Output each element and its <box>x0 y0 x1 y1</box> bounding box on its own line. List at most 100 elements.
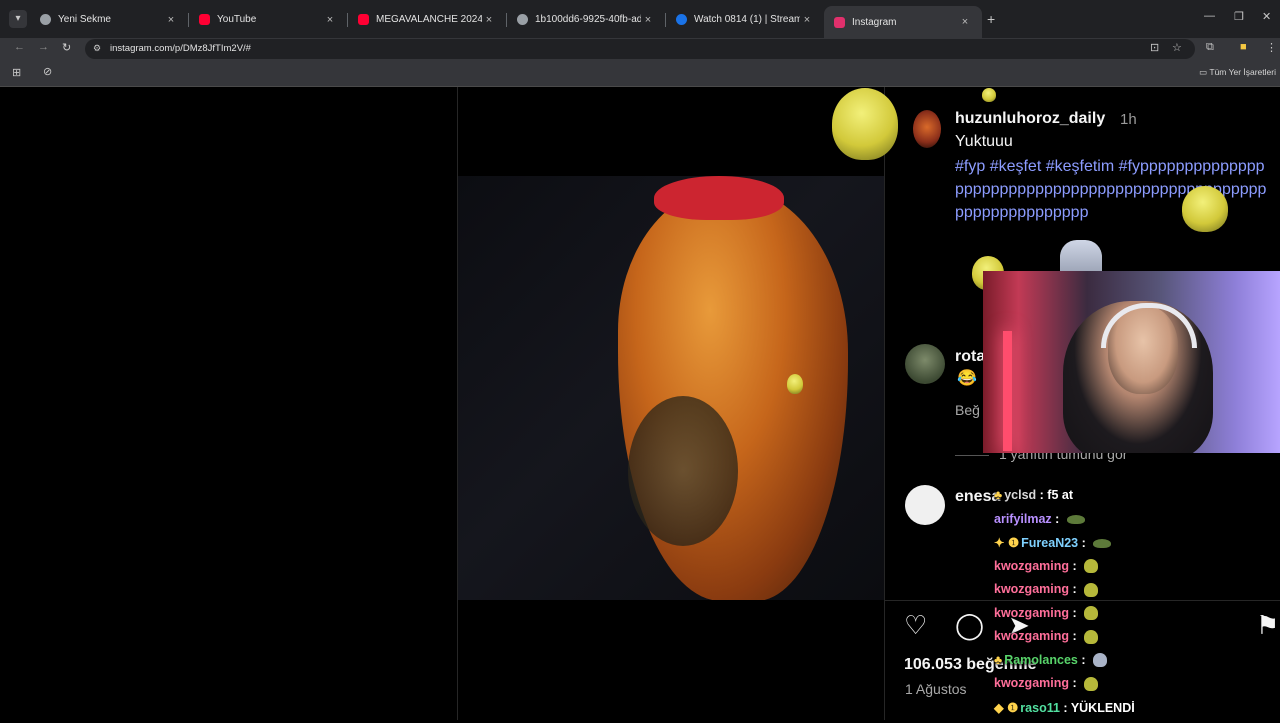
chat-separator: : <box>1069 559 1080 573</box>
chat-separator: : <box>1069 629 1080 643</box>
chat-emote-icon <box>1084 606 1098 620</box>
tab-instagram[interactable]: Instagram × <box>824 6 982 38</box>
close-window-icon[interactable]: ✕ <box>1262 10 1271 23</box>
restore-icon[interactable]: ❐ <box>1234 10 1244 23</box>
chat-username[interactable]: raso11 <box>1020 701 1060 715</box>
chat-message: kwozgaming : <box>994 629 1274 653</box>
site-info-icon[interactable]: ⚙ <box>93 43 101 54</box>
chat-emote-icon <box>1084 559 1098 573</box>
tab-yeni-sekme[interactable]: Yeni Sekme × <box>30 6 188 33</box>
streamable-icon <box>676 14 687 25</box>
chat-separator: : <box>1069 676 1080 690</box>
tab-label: MEGAVALANCHE 2024 😱 FUL <box>376 14 482 25</box>
apps-icon[interactable]: ⊞ <box>12 66 21 79</box>
chat-emote-icon <box>1084 677 1098 691</box>
tab-label: Yeni Sekme <box>58 14 164 25</box>
chat-message: ◆ ❶raso11 : YÜKLENDİ <box>994 700 1274 723</box>
forward-icon[interactable]: → <box>38 41 49 53</box>
chat-message: ✦ ❶FureaN23 : <box>994 535 1274 559</box>
tab-label: Watch 0814 (1) | Streamable <box>694 14 800 25</box>
replies-line <box>955 455 989 456</box>
comment-like-label[interactable]: Beğ <box>955 402 980 418</box>
chat-text: f5 at <box>1047 488 1073 502</box>
close-tab-icon[interactable]: × <box>958 16 972 28</box>
chat-message: arifyilmaz : <box>994 512 1274 536</box>
menu-icon[interactable]: ⋮ <box>1266 41 1277 54</box>
post-owner-avatar[interactable] <box>913 110 941 148</box>
tab-label: 1b100dd6-9925-40fb-ad98-de <box>535 14 641 25</box>
chat-message: ♣Ramolances : <box>994 653 1274 677</box>
chat-message: kwozgaming : <box>994 582 1274 606</box>
youtube-icon <box>358 14 369 25</box>
stream-chat: ♣yclsd : f5 atarifyilmaz : ✦ ❶FureaN23 :… <box>994 488 1274 723</box>
frog-sticker <box>787 374 803 394</box>
tab-streamable[interactable]: Watch 0814 (1) | Streamable × <box>666 6 824 33</box>
bookmarks-bar: ⊞ ⊘ ▭ Tüm Yer İşaretleri <box>0 60 1280 87</box>
comment-avatar[interactable] <box>905 344 945 384</box>
chat-badges: ◆ ❶ <box>994 701 1018 715</box>
frog-sticker <box>832 88 898 160</box>
post-date: 1 Ağustos <box>905 681 967 697</box>
comment-username[interactable]: rota <box>955 348 985 366</box>
back-icon[interactable]: ← <box>14 41 25 53</box>
folder-icon: ▭ <box>1199 67 1207 77</box>
chat-username[interactable]: kwozgaming <box>994 629 1069 643</box>
address-bar[interactable]: ⚙ instagram.com/p/DMz8JfTIm2V/# <box>85 39 1195 59</box>
chat-emote-icon <box>1067 515 1085 524</box>
tab-youtube[interactable]: YouTube × <box>189 6 347 33</box>
tab-uuid[interactable]: 1b100dd6-9925-40fb-ad98-de × <box>507 6 665 33</box>
profile-icon[interactable]: ■ <box>1240 41 1247 53</box>
close-tab-icon[interactable]: × <box>641 14 655 26</box>
new-tab-button[interactable]: + <box>987 11 995 27</box>
chat-username[interactable]: yclsd <box>1004 488 1036 502</box>
minimize-icon[interactable]: — <box>1204 10 1215 22</box>
instagram-icon <box>834 17 845 28</box>
neon-light <box>1003 331 1012 451</box>
chat-username[interactable]: kwozgaming <box>994 676 1069 690</box>
extension-icon[interactable]: ⊘ <box>43 65 52 78</box>
bookmark-star-icon[interactable]: ☆ <box>1172 41 1182 54</box>
chat-emote-icon <box>1093 653 1107 667</box>
chat-username[interactable]: Ramolances <box>1004 653 1078 667</box>
comment-text: 😂 <box>957 368 977 388</box>
tab-label: Instagram <box>852 17 958 28</box>
tab-megavalanche[interactable]: MEGAVALANCHE 2024 😱 FUL × <box>348 6 506 33</box>
post-video[interactable] <box>458 176 884 600</box>
close-tab-icon[interactable]: × <box>323 14 337 26</box>
heart-icon[interactable]: ♡ <box>904 610 927 641</box>
all-bookmarks-button[interactable]: ▭ Tüm Yer İşaretleri <box>1199 67 1276 78</box>
tab-strip: ▾ Yeni Sekme × YouTube × MEGAVALANCHE 20… <box>0 0 1280 38</box>
install-app-icon[interactable]: ⊡ <box>1150 41 1159 54</box>
chat-emote-icon <box>1084 630 1098 644</box>
chat-separator: : <box>1069 606 1080 620</box>
chat-username[interactable]: kwozgaming <box>994 559 1069 573</box>
chat-separator: : <box>1078 536 1089 550</box>
tab-search-icon[interactable]: ▾ <box>9 10 27 28</box>
chat-message: kwozgaming : <box>994 676 1274 700</box>
streamer-webcam <box>983 271 1280 453</box>
post-username[interactable]: huzunluhoroz_daily <box>955 110 1105 128</box>
frog-sticker <box>1182 186 1228 232</box>
post-caption: Yuktuuu <box>955 133 1013 151</box>
comment-icon[interactable]: ◯ <box>955 610 984 641</box>
reload-icon[interactable]: ↻ <box>62 41 71 54</box>
close-tab-icon[interactable]: × <box>482 14 496 26</box>
chat-username[interactable]: FureaN23 <box>1021 536 1078 550</box>
extensions-icon[interactable]: ⧉ <box>1206 41 1214 54</box>
chat-username[interactable]: kwozgaming <box>994 582 1069 596</box>
rooster-wing <box>628 396 738 546</box>
chat-separator: : <box>1060 701 1071 715</box>
comment-avatar[interactable] <box>905 485 945 525</box>
globe-icon <box>40 14 51 25</box>
chat-username[interactable]: arifyilmaz <box>994 512 1052 526</box>
chat-separator: : <box>1078 653 1089 667</box>
chat-username[interactable]: kwozgaming <box>994 606 1069 620</box>
close-tab-icon[interactable]: × <box>800 14 814 26</box>
chat-separator: : <box>1069 582 1080 596</box>
frog-sticker <box>982 88 996 102</box>
close-tab-icon[interactable]: × <box>164 14 178 26</box>
chat-emote-icon <box>1084 583 1098 597</box>
post-time: 1h <box>1120 111 1137 128</box>
chat-separator: : <box>1052 512 1063 526</box>
url-text: instagram.com/p/DMz8JfTIm2V/# <box>110 43 251 54</box>
